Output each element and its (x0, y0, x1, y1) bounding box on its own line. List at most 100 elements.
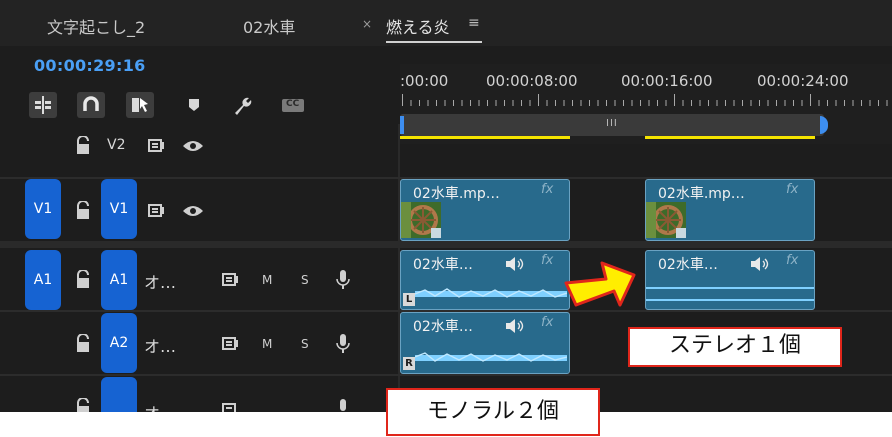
audio-clip-stereo[interactable]: 02水車… fx (645, 250, 815, 310)
lock-icon[interactable] (74, 270, 92, 290)
ruler-tick (835, 100, 837, 106)
track-label-a1: オ… (144, 273, 177, 292)
ruler-tick (878, 100, 879, 106)
waveform-right-channel (646, 299, 814, 301)
ruler-tick (708, 100, 709, 106)
sync-lock-icon[interactable] (148, 203, 166, 219)
ruler-tick (665, 100, 667, 106)
captions-icon[interactable]: CC (279, 92, 307, 118)
fx-badge: fx (541, 182, 554, 197)
ruler-tick (410, 100, 412, 106)
ruler-tick (631, 100, 633, 106)
lock-icon[interactable] (74, 398, 92, 412)
ruler-label: 00:00:08:00 (486, 72, 578, 90)
tab-close-icon[interactable]: × (362, 17, 372, 31)
ruler-tick (716, 100, 718, 106)
ruler-tick (682, 100, 684, 106)
ruler-tick (487, 100, 488, 106)
ruler-tick (742, 100, 743, 106)
video-clip[interactable]: 02水車.mp… fx (645, 179, 815, 241)
video-clip[interactable]: 02水車.mp… fx (400, 179, 570, 241)
solo-button-a2[interactable]: S (301, 337, 309, 351)
ruler-tick (725, 100, 726, 106)
ruler-tick (512, 100, 514, 106)
ruler-tick (750, 100, 752, 106)
ruler-tick (563, 100, 565, 106)
mute-button-a2[interactable]: M (262, 337, 272, 351)
ruler-tick (648, 100, 650, 106)
lock-icon[interactable] (74, 334, 92, 354)
track-target-v1[interactable]: V1 (101, 179, 137, 239)
fx-badge: fx (786, 253, 799, 268)
ruler-tick (767, 100, 769, 106)
ruler-tick (818, 100, 820, 106)
ruler-tick (529, 100, 531, 106)
audio-clip-mono-right[interactable]: 02水車… fx R (400, 312, 570, 374)
ruler-tick (844, 100, 845, 106)
track-target-a3[interactable]: A3 (101, 377, 137, 412)
fx-badge: fx (541, 253, 554, 268)
insert-sequence-icon[interactable] (29, 92, 57, 118)
track-target-a1[interactable]: A1 (101, 250, 137, 310)
tab-menu-icon[interactable]: ≡ (468, 15, 480, 31)
playhead-timecode[interactable]: 00:00:29:16 (34, 56, 146, 75)
wrench-settings-icon[interactable] (228, 92, 256, 118)
sync-lock-icon[interactable] (222, 336, 240, 352)
clip-name: 02水車.mp… (658, 186, 745, 202)
lock-icon[interactable] (74, 201, 92, 221)
lock-icon[interactable] (74, 136, 92, 156)
audio-clip-mono-left[interactable]: 02水車… fx L (400, 250, 570, 310)
microphone-icon[interactable] (336, 269, 350, 291)
clip-name: 02水車… (658, 257, 718, 273)
channel-label: R (403, 357, 415, 370)
tab-moeru-hono[interactable]: 燃える炎 (386, 14, 450, 38)
ruler-label: 00:00:24:00 (757, 72, 849, 90)
ruler-tick (521, 100, 522, 106)
track-row-v2: V2 (0, 124, 892, 176)
ruler-tick (589, 100, 590, 106)
ruler-tick (495, 100, 497, 106)
eye-icon[interactable] (182, 203, 204, 219)
ruler-tick (699, 100, 701, 106)
clip-thumbnail (646, 202, 686, 238)
track-target-a2[interactable]: A2 (101, 313, 137, 373)
ruler-tick (852, 100, 854, 106)
microphone-icon[interactable] (336, 333, 350, 355)
ruler-tick (691, 100, 692, 106)
ruler-tick (572, 100, 573, 106)
ruler-tick (546, 100, 548, 106)
sync-lock-icon[interactable] (222, 402, 240, 412)
source-patch-a1[interactable]: A1 (25, 250, 61, 310)
ruler-tick (810, 94, 811, 106)
track-label-a2: オ… (144, 337, 177, 356)
tab-transcript[interactable]: 文字起こし_2 (47, 14, 145, 38)
sync-lock-icon[interactable] (148, 138, 166, 154)
sync-lock-icon[interactable] (222, 272, 240, 288)
eye-icon[interactable] (182, 138, 204, 154)
ruler-tick (759, 100, 760, 106)
fx-badge: fx (786, 182, 799, 197)
linked-selection-icon[interactable] (126, 92, 154, 118)
waveform-left-channel (646, 287, 814, 289)
solo-button-a1[interactable]: S (301, 273, 309, 287)
video-audio-divider[interactable] (0, 241, 892, 248)
ruler-tick (555, 100, 556, 106)
ruler-label: 00:00:16:00 (621, 72, 713, 90)
add-marker-icon[interactable] (180, 92, 208, 118)
tab-02-suisha[interactable]: 02水車 (243, 14, 295, 38)
active-tab-indicator (386, 41, 482, 43)
snap-magnet-icon[interactable] (77, 92, 105, 118)
microphone-icon[interactable] (336, 398, 350, 412)
clip-name: 02水車.mp… (413, 186, 500, 202)
ruler-tick (597, 100, 599, 106)
mute-button-a1[interactable]: M (262, 273, 272, 287)
source-patch-v1[interactable]: V1 (25, 179, 61, 239)
annotation-mono: モノラル２個 (386, 388, 600, 436)
ruler-tick (470, 100, 471, 106)
speaker-icon (751, 257, 769, 271)
captions-label: CC (286, 99, 300, 109)
audio-waveform (415, 352, 567, 362)
ruler-tick (478, 100, 480, 106)
ruler-tick (427, 100, 429, 106)
fx-badge: fx (541, 315, 554, 330)
